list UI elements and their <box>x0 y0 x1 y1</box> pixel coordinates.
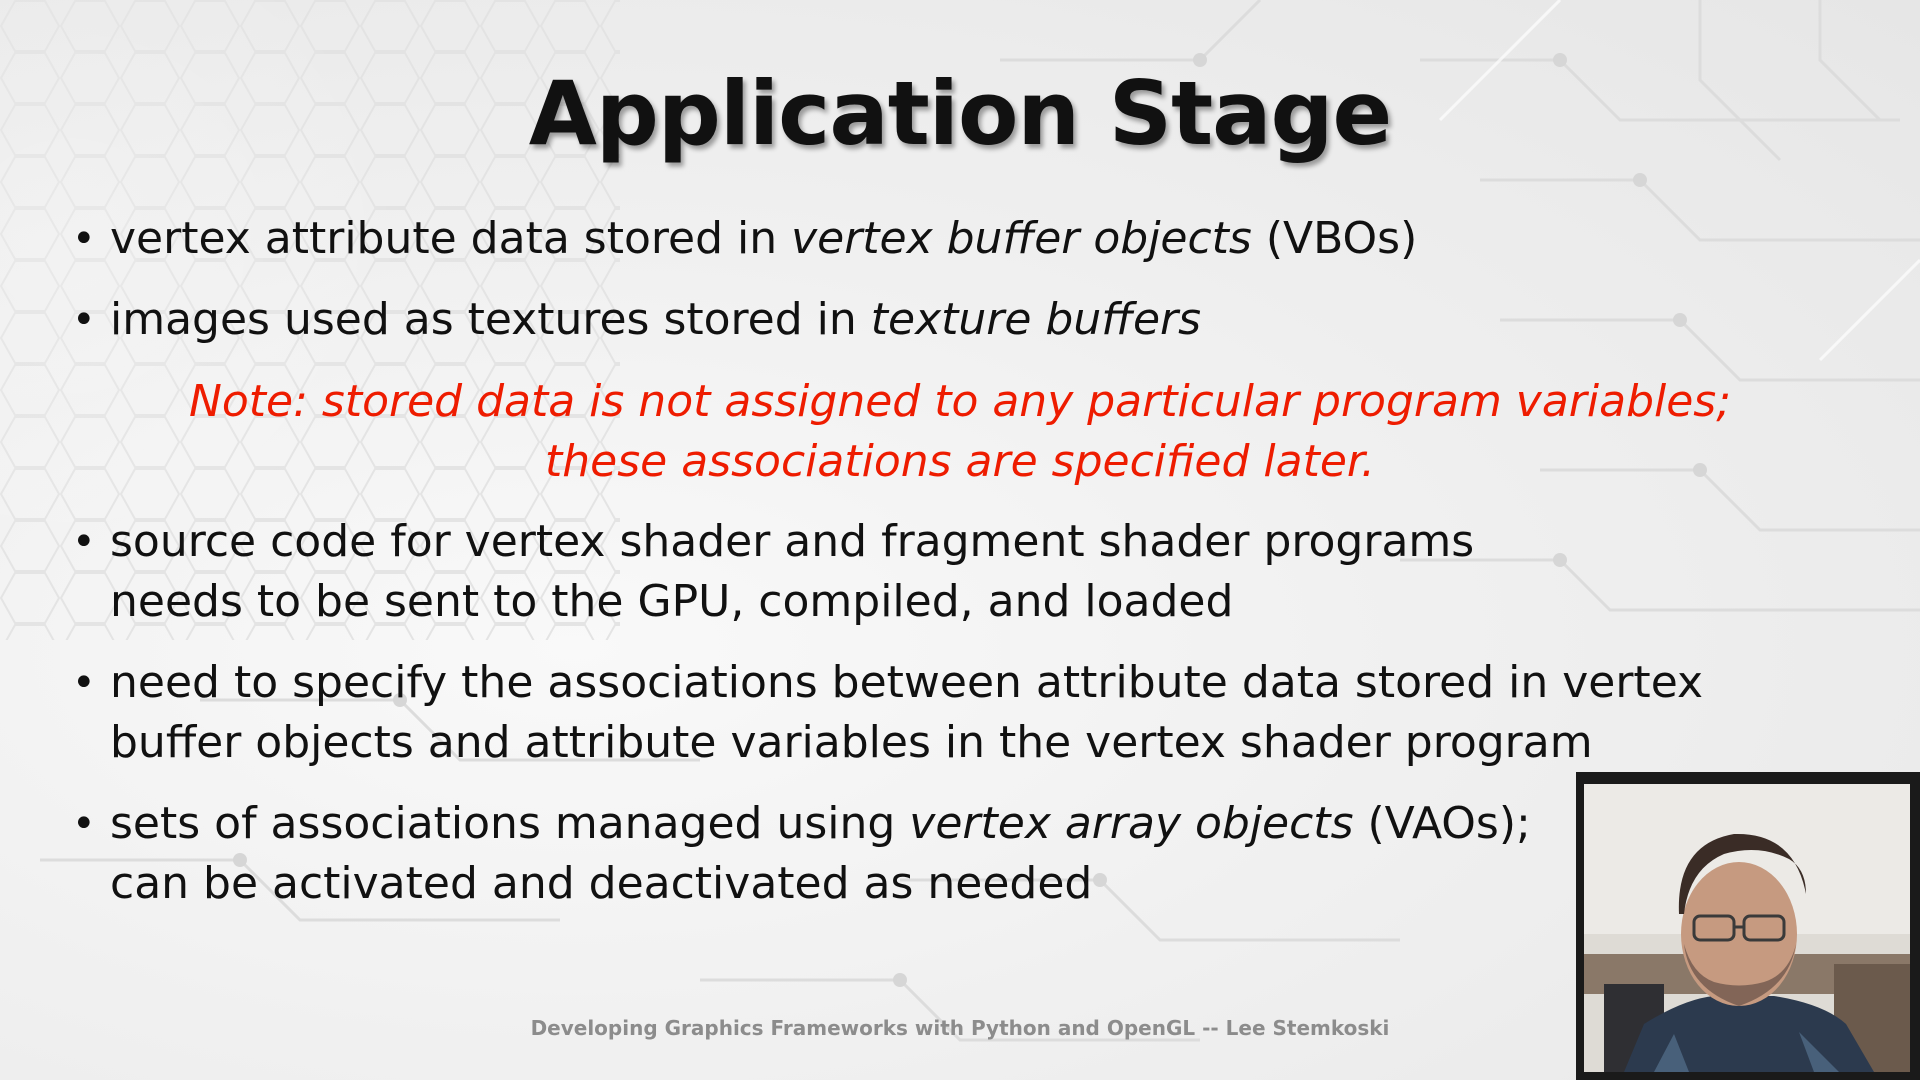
bullet-associations: • need to specify the associations betwe… <box>72 653 1703 773</box>
presenter-webcam <box>1576 772 1920 1080</box>
bullet-textures: • images used as textures stored in text… <box>72 290 1201 350</box>
slide: Application Stage • vertex attribute dat… <box>0 0 1920 1080</box>
slide-title: Application Stage <box>528 62 1392 165</box>
webcam-video <box>1584 784 1910 1072</box>
bullet-text: vertex attribute data stored in vertex b… <box>110 213 1418 264</box>
presenter-icon <box>1584 784 1910 1072</box>
bullet-text: images used as textures stored in textur… <box>110 294 1202 345</box>
bullet-vao: • sets of associations managed using ver… <box>72 794 1531 914</box>
bullet-vbo: • vertex attribute data stored in vertex… <box>72 209 1417 269</box>
bullet-text-line-2: buffer objects and attribute variables i… <box>110 717 1593 768</box>
note-line-2: these associations are specified later. <box>545 436 1375 487</box>
note-callout: Note: stored data is not assigned to any… <box>0 372 1920 492</box>
bullet-text-line-2: needs to be sent to the GPU, compiled, a… <box>110 576 1234 627</box>
note-line-1: Note: stored data is not assigned to any… <box>188 376 1732 427</box>
bullet-dot: • <box>72 519 96 565</box>
bullet-text-line-1: source code for vertex shader and fragme… <box>110 516 1475 567</box>
bullet-dot: • <box>72 297 96 343</box>
bullet-dot: • <box>72 216 96 262</box>
bullet-text-line-1: need to specify the associations between… <box>110 657 1704 708</box>
bullet-shader-source: • source code for vertex shader and frag… <box>72 512 1474 632</box>
bullet-dot: • <box>72 801 96 847</box>
bullet-dot: • <box>72 660 96 706</box>
bullet-text-line-2: can be activated and deactivated as need… <box>110 858 1093 909</box>
bullet-text-line-1: sets of associations managed using verte… <box>110 798 1531 849</box>
